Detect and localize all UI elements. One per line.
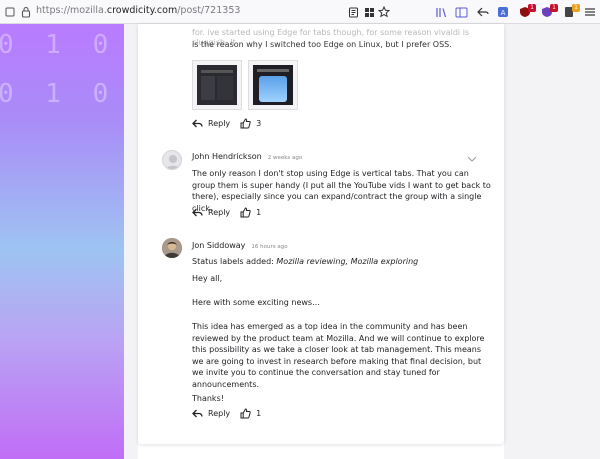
chevron-down-icon[interactable] bbox=[467, 156, 477, 162]
comment-greeting: Hey all, bbox=[192, 274, 223, 283]
back-arrow-icon[interactable] bbox=[474, 3, 492, 21]
comment-time: 16 hours ago bbox=[251, 244, 288, 250]
comment-intro: Here with some exciting news... bbox=[192, 298, 320, 307]
thumbs-up-icon bbox=[240, 207, 251, 218]
svg-text:A: A bbox=[501, 9, 506, 17]
author-name[interactable]: Jon Siddoway bbox=[192, 241, 245, 250]
extension-badge: 1 bbox=[528, 4, 536, 12]
lock-icon[interactable] bbox=[17, 3, 35, 21]
bookmark-star-icon[interactable] bbox=[375, 3, 393, 21]
comment-actions: Reply 3 bbox=[192, 118, 261, 129]
comment-actions: Reply 1 bbox=[192, 408, 261, 419]
reply-label: Reply bbox=[208, 208, 231, 217]
comment-actions: Reply 1 bbox=[192, 207, 261, 218]
like-button[interactable]: 1 bbox=[240, 408, 261, 419]
status-prefix: Status labels added: bbox=[192, 257, 274, 266]
like-count: 1 bbox=[256, 208, 262, 217]
url-path: /post/721353 bbox=[177, 5, 241, 16]
status-line: Status labels added: Mozilla reviewing, … bbox=[192, 256, 492, 268]
reply-label: Reply bbox=[208, 119, 231, 128]
avatar[interactable] bbox=[162, 150, 182, 170]
extension-notes-icon[interactable]: 1 bbox=[560, 3, 580, 21]
avatar[interactable] bbox=[162, 238, 182, 258]
binary-row: 0 1 0 1 0 bbox=[0, 30, 124, 60]
reply-arrow-icon bbox=[192, 119, 203, 128]
comment-author: Jon Siddoway 16 hours ago bbox=[192, 241, 288, 250]
comment-time: 2 weeks ago bbox=[267, 155, 303, 161]
browser-toolbar: https://mozilla.crowdicity.com/post/7213… bbox=[0, 0, 600, 24]
reply-label: Reply bbox=[208, 409, 231, 418]
screenshot-image bbox=[197, 65, 237, 105]
reply-button[interactable]: Reply bbox=[192, 119, 230, 128]
attachment-thumbnail[interactable] bbox=[192, 60, 242, 110]
page-gutter bbox=[124, 24, 138, 459]
extension-ublock-icon[interactable]: 1 bbox=[516, 3, 536, 21]
url-bar[interactable]: https://mozilla.crowdicity.com/post/7213… bbox=[36, 5, 240, 16]
extension-translate-icon[interactable]: A bbox=[494, 3, 512, 21]
menu-icon[interactable] bbox=[581, 3, 599, 21]
reply-button[interactable]: Reply bbox=[192, 208, 230, 217]
comments-card: for. ive started using Edge for tabs tho… bbox=[138, 24, 504, 444]
decorative-side-panel: 0 1 0 1 0 0 1 0 0 1 bbox=[0, 24, 124, 459]
library-icon[interactable] bbox=[432, 3, 450, 21]
like-button[interactable]: 1 bbox=[240, 207, 261, 218]
url-host: crowdicity.com bbox=[106, 5, 178, 16]
reply-arrow-icon bbox=[192, 208, 203, 217]
reply-arrow-icon bbox=[192, 409, 203, 418]
comment-signoff: Thanks! bbox=[192, 394, 224, 403]
reply-button[interactable]: Reply bbox=[192, 409, 230, 418]
comment-text: This idea has emerged as a top idea in t… bbox=[192, 322, 485, 389]
like-button[interactable]: 3 bbox=[240, 118, 261, 129]
binary-row: 0 1 0 0 1 bbox=[0, 79, 124, 109]
comment-author: John Hendrickson 2 weeks ago bbox=[192, 152, 302, 161]
extension-badge: 1 bbox=[572, 4, 580, 12]
like-count: 3 bbox=[256, 119, 262, 128]
screenshot-image bbox=[253, 65, 293, 105]
attachment-thumbnail[interactable] bbox=[248, 60, 298, 110]
thumbs-up-icon bbox=[240, 118, 251, 129]
url-prefix: https://mozilla. bbox=[36, 5, 107, 16]
comment-text: is the reason why I switched too Edge on… bbox=[192, 40, 452, 49]
extension-shield-icon[interactable]: 1 bbox=[538, 3, 558, 21]
status-labels: Mozilla reviewing, Mozilla exploring bbox=[276, 257, 419, 266]
extension-badge: 1 bbox=[550, 4, 558, 12]
sidebar-icon[interactable] bbox=[452, 3, 470, 21]
author-name[interactable]: John Hendrickson bbox=[192, 152, 262, 161]
thumbs-up-icon bbox=[240, 408, 251, 419]
like-count: 1 bbox=[256, 409, 262, 418]
page-gutter-right bbox=[504, 24, 600, 459]
